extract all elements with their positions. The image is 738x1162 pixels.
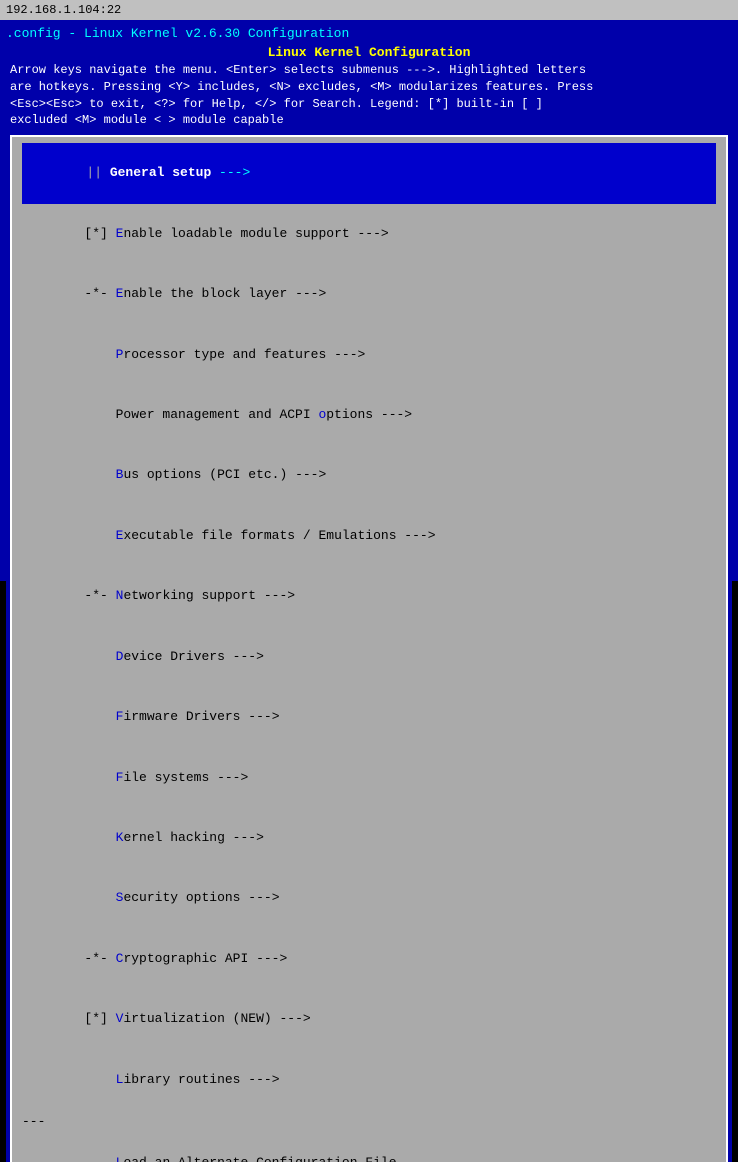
menu-item-processor[interactable]: Processor type and features ---> — [22, 324, 716, 384]
menu-item-firmware[interactable]: Firmware Drivers ---> — [22, 687, 716, 747]
menu-item-device-drivers[interactable]: Device Drivers ---> — [22, 627, 716, 687]
header-text: Arrow keys navigate the menu. <Enter> se… — [6, 62, 732, 129]
menu-item-filesystems[interactable]: File systems ---> — [22, 747, 716, 807]
menu-item-crypto[interactable]: -*- Cryptographic API ---> — [22, 929, 716, 989]
menu-item-kernel-hacking[interactable]: Kernel hacking ---> — [22, 808, 716, 868]
menu-box: || General setup ---> [*] Enable loadabl… — [10, 135, 728, 1162]
header-section: Linux Kernel Configuration Arrow keys na… — [6, 45, 732, 129]
title-bar: 192.168.1.104:22 — [0, 0, 738, 20]
menu-item-block-layer[interactable]: -*- Enable the block layer ---> — [22, 264, 716, 324]
menu-item-general-setup[interactable]: || General setup ---> — [22, 143, 716, 203]
menu-item-exec-formats[interactable]: Executable file formats / Emulations ---… — [22, 506, 716, 566]
menu-item-library[interactable]: Library routines ---> — [22, 1050, 716, 1110]
header-title: Linux Kernel Configuration — [6, 45, 732, 60]
menu-item-security[interactable]: Security options ---> — [22, 868, 716, 928]
menu-item-bus-options[interactable]: Bus options (PCI etc.) ---> — [22, 445, 716, 505]
tab-label: 192.168.1.104:22 — [6, 3, 121, 17]
menu-item-power-mgmt[interactable]: Power management and ACPI options ---> — [22, 385, 716, 445]
menu-item-loadable-module[interactable]: [*] Enable loadable module support ---> — [22, 204, 716, 264]
separator: --- — [22, 1114, 716, 1129]
kernel-config-box: Linux Kernel Configuration Arrow keys na… — [6, 45, 732, 1162]
main-window: .config - Linux Kernel v2.6.30 Configura… — [0, 20, 738, 581]
window-title: .config - Linux Kernel v2.6.30 Configura… — [6, 24, 732, 45]
menu-item-networking[interactable]: -*- Networking support ---> — [22, 566, 716, 626]
menu-item-virtualization[interactable]: [*] Virtualization (NEW) ---> — [22, 989, 716, 1049]
menu-item-load-config[interactable]: Load an Alternate Configuration File — [22, 1133, 716, 1162]
